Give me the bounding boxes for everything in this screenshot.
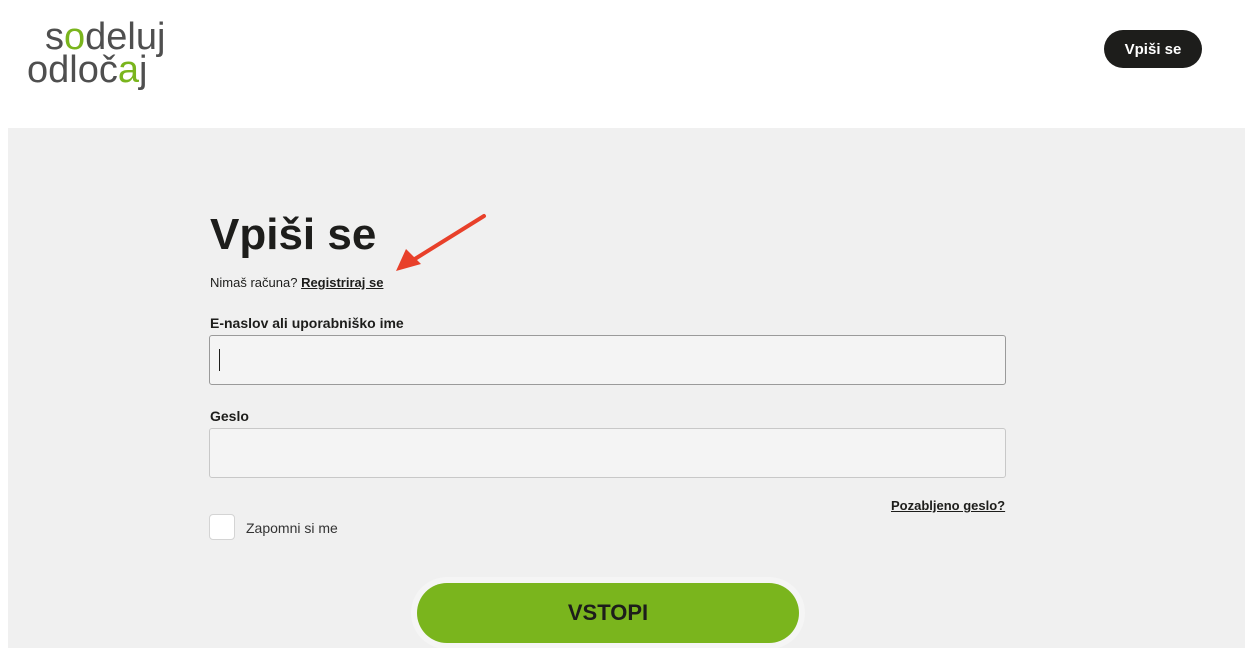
page-title: Vpiši se <box>210 210 377 259</box>
password-input[interactable] <box>209 428 1006 478</box>
register-prompt: Nimaš računa? Registriraj se <box>210 275 383 290</box>
register-link[interactable]: Registriraj se <box>301 275 383 290</box>
logo-line-2: odločaj <box>27 49 148 91</box>
forgot-password-link[interactable]: Pozabljeno geslo? <box>891 498 1005 513</box>
submit-button[interactable]: VSTOPI <box>417 583 799 643</box>
no-account-text: Nimaš računa? <box>210 275 298 290</box>
email-label: E-naslov ali uporabniško ime <box>210 315 404 331</box>
login-panel <box>8 128 1245 648</box>
email-input[interactable] <box>209 335 1006 385</box>
remember-me-checkbox[interactable] <box>209 514 235 540</box>
password-label: Geslo <box>210 408 249 424</box>
site-logo[interactable]: sodeluj odločaj <box>27 14 197 94</box>
text-caret <box>219 349 220 371</box>
header-login-button[interactable]: Vpiši se <box>1104 30 1202 68</box>
red-arrow-icon <box>396 214 486 271</box>
remember-me-label: Zapomni si me <box>246 520 338 536</box>
